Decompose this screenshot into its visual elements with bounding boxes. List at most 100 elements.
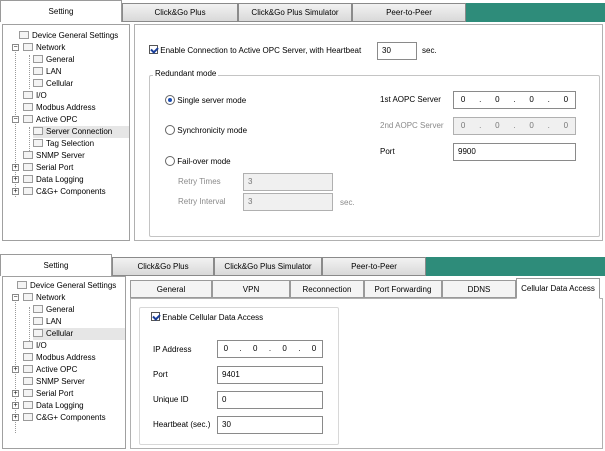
tab-click-go-plus-simulator[interactable]: Click&Go Plus Simulator bbox=[214, 257, 322, 276]
tree-item-cg-components[interactable]: C&G+ Components bbox=[23, 412, 106, 424]
tree-label: SNMP Server bbox=[36, 151, 85, 160]
ip-dot: . bbox=[513, 121, 516, 130]
tree-item-device-general-settings[interactable]: Device General Settings bbox=[17, 280, 116, 292]
tab-bar-filler bbox=[466, 3, 605, 22]
tree-item-serial-port[interactable]: Serial Port bbox=[23, 388, 73, 400]
ip-address-input[interactable]: 0. 0. 0. 0 bbox=[217, 340, 323, 358]
tree-label: Active OPC bbox=[36, 115, 78, 124]
tree-item-modbus-address[interactable]: Modbus Address bbox=[23, 102, 96, 114]
heartbeat-input[interactable]: 30 bbox=[217, 416, 323, 434]
tree-label: Modbus Address bbox=[36, 353, 96, 362]
folder-icon bbox=[33, 55, 43, 63]
tree-item-io[interactable]: I/O bbox=[23, 90, 47, 102]
tree-item-data-logging[interactable]: Data Logging bbox=[23, 400, 84, 412]
expand-icon[interactable]: + bbox=[12, 390, 19, 397]
tree-item-active-opc[interactable]: Active OPC bbox=[23, 364, 77, 376]
subtab-cellular-data-access[interactable]: Cellular Data Access bbox=[516, 278, 600, 299]
synchronicity-radio[interactable]: Synchronicity mode bbox=[165, 125, 247, 135]
tree-item-io[interactable]: I/O bbox=[23, 340, 47, 352]
collapse-icon[interactable]: − bbox=[12, 44, 19, 51]
tab-setting[interactable]: Setting bbox=[0, 254, 112, 276]
tree-item-server-connection[interactable]: Server Connection bbox=[33, 126, 129, 138]
tab-click-go-plus[interactable]: Click&Go Plus bbox=[112, 257, 214, 276]
subtab-port-forwarding[interactable]: Port Forwarding bbox=[364, 280, 442, 298]
tree-label: Cellular bbox=[46, 79, 74, 88]
unique-id-input[interactable]: 0 bbox=[217, 391, 323, 409]
subtab-reconnection[interactable]: Reconnection bbox=[290, 280, 364, 298]
tree-label: LAN bbox=[46, 317, 62, 326]
tree-item-device-general-settings[interactable]: Device General Settings bbox=[19, 30, 118, 42]
retry-interval-input[interactable]: 3 bbox=[243, 193, 333, 211]
tree-item-network[interactable]: Network bbox=[23, 42, 65, 54]
tree-item-tag-selection[interactable]: Tag Selection bbox=[33, 138, 94, 150]
expand-icon[interactable]: + bbox=[12, 176, 19, 183]
port-input[interactable]: 9401 bbox=[217, 366, 323, 384]
tree-label: C&G+ Components bbox=[36, 187, 106, 196]
subtab-general[interactable]: General bbox=[130, 280, 212, 298]
ip-address-label: IP Address bbox=[153, 345, 192, 354]
tree-item-active-opc[interactable]: Active OPC bbox=[23, 114, 77, 126]
tree-item-snmp-server[interactable]: SNMP Server bbox=[23, 150, 85, 162]
ip-octet: 0 bbox=[563, 95, 569, 104]
aopc1-ip-input[interactable]: 0. 0. 0. 0 bbox=[453, 91, 576, 109]
tab-click-go-plus[interactable]: Click&Go Plus bbox=[122, 3, 238, 22]
main-tab-bar: Setting Click&Go Plus Click&Go Plus Simu… bbox=[0, 0, 605, 22]
server-connection-pane: Enable Connection to Active OPC Server, … bbox=[134, 24, 603, 241]
single-server-radio[interactable]: Single server mode bbox=[165, 95, 246, 105]
tree-label: Modbus Address bbox=[36, 103, 96, 112]
expand-icon[interactable]: + bbox=[12, 402, 19, 409]
tree-item-modbus-address[interactable]: Modbus Address bbox=[23, 352, 96, 364]
radio-icon bbox=[165, 156, 175, 166]
tree-item-cellular[interactable]: Cellular bbox=[33, 328, 125, 340]
heartbeat-label: Heartbeat (sec.) bbox=[153, 420, 211, 429]
folder-icon bbox=[23, 353, 33, 361]
tree-item-general[interactable]: General bbox=[33, 54, 74, 66]
folder-icon bbox=[23, 187, 33, 195]
folder-icon bbox=[23, 341, 33, 349]
folder-icon bbox=[23, 115, 33, 123]
tree-item-serial-port[interactable]: Serial Port bbox=[23, 162, 73, 174]
tree-item-lan[interactable]: LAN bbox=[33, 66, 62, 78]
tree-label: I/O bbox=[36, 341, 47, 350]
enable-opc-checkbox-row[interactable]: Enable Connection to Active OPC Server, … bbox=[149, 45, 361, 55]
ip-octet: 0 bbox=[311, 344, 317, 353]
port-input[interactable]: 9900 bbox=[453, 143, 576, 161]
tree-label: SNMP Server bbox=[36, 377, 85, 386]
collapse-icon[interactable]: − bbox=[12, 294, 19, 301]
tab-peer-to-peer[interactable]: Peer-to-Peer bbox=[322, 257, 426, 276]
expand-icon[interactable]: + bbox=[12, 164, 19, 171]
tab-peer-to-peer[interactable]: Peer-to-Peer bbox=[352, 3, 466, 22]
tree-item-cellular[interactable]: Cellular bbox=[33, 78, 73, 90]
ip-octet: 0 bbox=[282, 344, 287, 353]
enable-cellular-checkbox-row[interactable]: Enable Cellular Data Access bbox=[149, 312, 266, 322]
subtab-vpn[interactable]: VPN bbox=[212, 280, 290, 298]
subtab-ddns[interactable]: DDNS bbox=[442, 280, 516, 298]
tree-label: C&G+ Components bbox=[36, 413, 106, 422]
unique-id-label: Unique ID bbox=[153, 395, 189, 404]
failover-radio[interactable]: Fail-over mode bbox=[165, 156, 231, 166]
expand-icon[interactable]: + bbox=[12, 188, 19, 195]
tree-label: Cellular bbox=[46, 329, 74, 338]
tree-item-snmp-server[interactable]: SNMP Server bbox=[23, 376, 85, 388]
aopc2-ip-input[interactable]: 0. 0. 0. 0 bbox=[453, 117, 576, 135]
retry-times-input[interactable]: 3 bbox=[243, 173, 333, 191]
tree-item-cg-components[interactable]: C&G+ Components bbox=[23, 186, 106, 198]
ip-octet: 0 bbox=[529, 95, 534, 104]
folder-icon bbox=[23, 365, 33, 373]
enable-cellular-checkbox[interactable] bbox=[151, 312, 160, 321]
heartbeat-input[interactable]: 30 bbox=[377, 42, 417, 60]
cellular-data-access-window: Setting Click&Go Plus Click&Go Plus Simu… bbox=[0, 254, 605, 451]
radio-icon bbox=[165, 125, 175, 135]
tree-item-network[interactable]: Network bbox=[23, 292, 65, 304]
tree-label: Active OPC bbox=[36, 365, 78, 374]
tree-item-lan[interactable]: LAN bbox=[33, 316, 62, 328]
enable-opc-checkbox[interactable] bbox=[149, 45, 158, 54]
expand-icon[interactable]: + bbox=[12, 414, 19, 421]
expand-icon[interactable]: + bbox=[12, 366, 19, 373]
tab-setting[interactable]: Setting bbox=[0, 0, 122, 22]
tree-item-general[interactable]: General bbox=[33, 304, 74, 316]
radio-label: Single server mode bbox=[177, 96, 247, 105]
tree-item-data-logging[interactable]: Data Logging bbox=[23, 174, 84, 186]
collapse-icon[interactable]: − bbox=[12, 116, 19, 123]
tab-click-go-plus-simulator[interactable]: Click&Go Plus Simulator bbox=[238, 3, 352, 22]
